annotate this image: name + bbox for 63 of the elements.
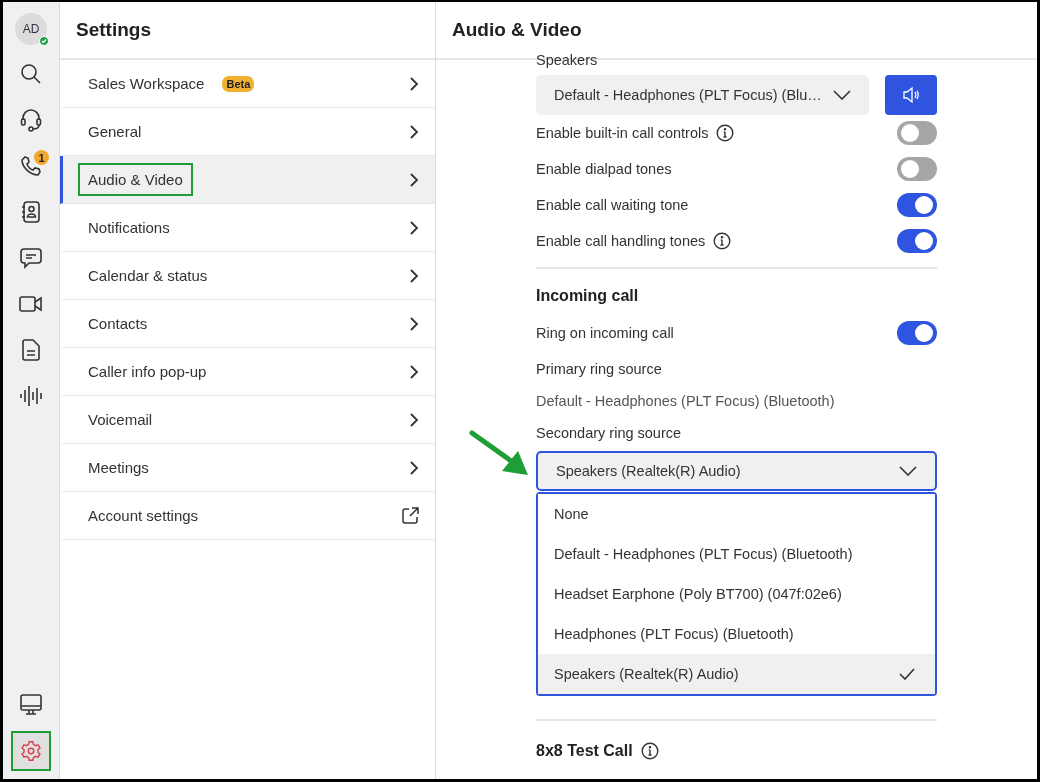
chevron-right-icon — [409, 123, 419, 140]
setting-label: Enable call handling tones — [536, 233, 706, 249]
dropdown-option[interactable]: Speakers (Realtek(R) Audio) — [538, 654, 935, 694]
speaker-icon — [902, 86, 920, 104]
document-icon — [22, 339, 40, 361]
chevron-right-icon — [409, 171, 419, 188]
settings-menu-item[interactable]: Audio & Video — [60, 156, 435, 204]
toggle-switch[interactable] — [897, 193, 937, 217]
menu-item-label: General — [87, 122, 143, 142]
ring-source-dropdown[interactable]: Speakers (Realtek(R) Audio) — [536, 451, 937, 491]
waveform-icon — [19, 384, 43, 408]
chevron-right-icon — [409, 363, 419, 380]
chevron-right-icon — [409, 219, 419, 236]
setting-label: Enable built-in call controls — [536, 125, 709, 141]
test-speaker-button[interactable] — [885, 75, 937, 115]
menu-item-label: Sales Workspace — [87, 74, 206, 94]
setting-label: Enable dialpad tones — [536, 161, 672, 177]
info-icon[interactable] — [640, 742, 659, 760]
rail-button[interactable]: 1 — [11, 146, 51, 186]
info-icon[interactable] — [713, 232, 732, 250]
chevron-right-icon — [409, 75, 419, 92]
notification-badge: 1 — [34, 150, 49, 165]
setting-label: Secondary ring source — [536, 424, 683, 443]
checkmark-icon — [899, 668, 915, 680]
chevron-down-icon — [833, 90, 851, 100]
menu-item-label: Notifications — [87, 218, 171, 238]
ring-source-value: Default - Headphones (PLT Focus) (Bluetooth) — [536, 392, 836, 411]
beta-badge: Beta — [222, 75, 255, 92]
menu-item-label: Voicemail — [87, 410, 154, 430]
video-camera-icon — [19, 295, 43, 313]
chevron-right-icon — [409, 267, 419, 284]
info-icon[interactable] — [716, 124, 735, 142]
speakers-label: Speakers — [536, 54, 599, 68]
toggle-switch[interactable] — [897, 229, 937, 253]
menu-item-label: Account settings — [87, 506, 200, 526]
search-icon — [20, 63, 42, 85]
toggle-switch[interactable] — [897, 121, 937, 145]
menu-item-label: Audio & Video — [78, 163, 193, 196]
toggle-switch[interactable] — [897, 321, 937, 345]
setting-label: Enable call waiting tone — [536, 197, 689, 213]
contact-card-icon — [21, 201, 41, 223]
menu-item-label: Calendar & status — [87, 266, 209, 286]
user-avatar[interactable]: AD — [15, 13, 47, 45]
external-link-icon — [402, 507, 419, 524]
chevron-right-icon — [409, 315, 419, 332]
menu-item-label: Contacts — [87, 314, 149, 334]
section-heading: 8x8 Test Call — [536, 742, 633, 760]
menu-item-label: Caller info pop-up — [87, 362, 208, 382]
section-heading: Incoming call — [536, 287, 640, 305]
setting-label: Primary ring source — [536, 360, 663, 379]
chevron-right-icon — [409, 459, 419, 476]
settings-title: Settings — [76, 19, 151, 41]
chevron-right-icon — [409, 411, 419, 428]
speakers-dropdown[interactable]: Default - Headphones (PLT Focus) (Blu… — [536, 75, 869, 115]
settings-icon — [20, 740, 42, 762]
menu-item-label: Meetings — [87, 458, 150, 478]
monitor-icon — [20, 694, 42, 716]
headset-icon — [20, 108, 42, 132]
chat-icon — [20, 247, 42, 269]
panel-title: Audio & Video — [452, 19, 582, 41]
chevron-down-icon — [899, 466, 917, 476]
toggle-switch[interactable] — [897, 157, 937, 181]
setting-label: Ring on incoming call — [536, 325, 674, 341]
